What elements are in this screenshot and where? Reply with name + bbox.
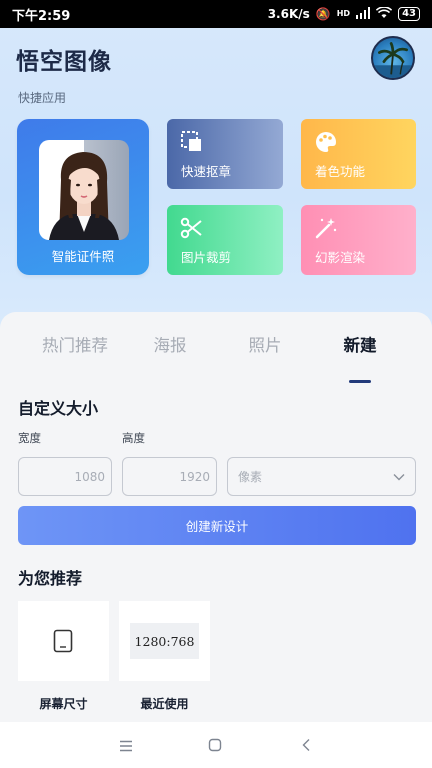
tile-quick-matting[interactable]: 快速抠章 — [167, 119, 283, 189]
tile-phantom-render[interactable]: 幻影渲染 — [301, 205, 416, 275]
unit-value: 像素 — [238, 470, 263, 484]
app-title: 悟空图像 — [16, 49, 112, 75]
custom-size-title: 自定义大小 — [18, 399, 99, 418]
tile-label: 快速抠章 — [181, 164, 232, 179]
width-input[interactable]: 1080 — [18, 457, 112, 496]
status-time: 下午2:59 — [12, 8, 71, 24]
mute-icon: 🔕 — [315, 7, 331, 21]
id-photo-card[interactable]: 智能证件照 — [17, 119, 149, 275]
tablet-icon — [53, 629, 73, 657]
scissors-icon — [179, 215, 205, 241]
crop-select-icon — [179, 129, 205, 155]
menu-icon[interactable] — [119, 737, 133, 756]
width-placeholder: 1080 — [74, 469, 105, 484]
unit-select[interactable]: 像素 — [227, 457, 416, 496]
tile-label: 着色功能 — [315, 164, 366, 179]
id-photo-label: 智能证件照 — [51, 249, 115, 264]
tab-poster[interactable]: 海报 — [125, 332, 215, 356]
height-placeholder: 1920 — [179, 469, 210, 484]
home-icon[interactable] — [208, 737, 222, 756]
height-input[interactable]: 1920 — [122, 457, 217, 496]
screen-size-label: 屏幕尺寸 — [39, 697, 88, 711]
tab-new[interactable]: 新建 — [315, 332, 405, 356]
tab-photo[interactable]: 照片 — [220, 332, 310, 356]
hd-label: HD — [336, 9, 351, 18]
tab-bar: 热门推荐 海报 照片 新建 — [0, 332, 432, 383]
create-design-button[interactable]: 创建新设计 — [18, 506, 416, 545]
back-icon[interactable] — [301, 737, 311, 756]
tile-image-crop[interactable]: 图片裁剪 — [167, 205, 283, 275]
content-sheet: 热门推荐 海报 照片 新建 自定义大小 宽度 高度 1080 1920 像素 创… — [0, 312, 432, 722]
signal-icon — [356, 6, 371, 22]
magic-wand-icon — [313, 215, 339, 241]
recent-used-card[interactable]: 1280:768 — [119, 601, 210, 681]
battery-indicator: 43 — [398, 7, 420, 21]
id-photo-image — [39, 140, 129, 240]
tile-label: 图片裁剪 — [181, 250, 232, 265]
tab-indicator — [349, 380, 371, 383]
recommend-title: 为您推荐 — [18, 569, 83, 588]
avatar[interactable] — [371, 36, 415, 80]
width-label: 宽度 — [18, 431, 41, 445]
wifi-icon — [375, 5, 393, 22]
recent-used-label: 最近使用 — [140, 697, 189, 711]
screen-size-card[interactable] — [18, 601, 109, 681]
chevron-down-icon — [393, 470, 405, 484]
network-speed: 3.6K/s — [267, 7, 310, 21]
recent-ratio: 1280:768 — [130, 623, 199, 659]
tile-label: 幻影渲染 — [315, 250, 366, 265]
status-bar: 下午2:59 3.6K/s 🔕 HD 43 — [0, 0, 432, 28]
height-label: 高度 — [122, 431, 145, 445]
quick-apps-label: 快捷应用 — [18, 91, 67, 105]
system-nav-bar — [0, 722, 432, 768]
tile-coloring[interactable]: 着色功能 — [301, 119, 416, 189]
palm-tree-icon — [373, 42, 413, 78]
tab-hot[interactable]: 热门推荐 — [30, 332, 120, 356]
palette-icon — [313, 129, 339, 155]
